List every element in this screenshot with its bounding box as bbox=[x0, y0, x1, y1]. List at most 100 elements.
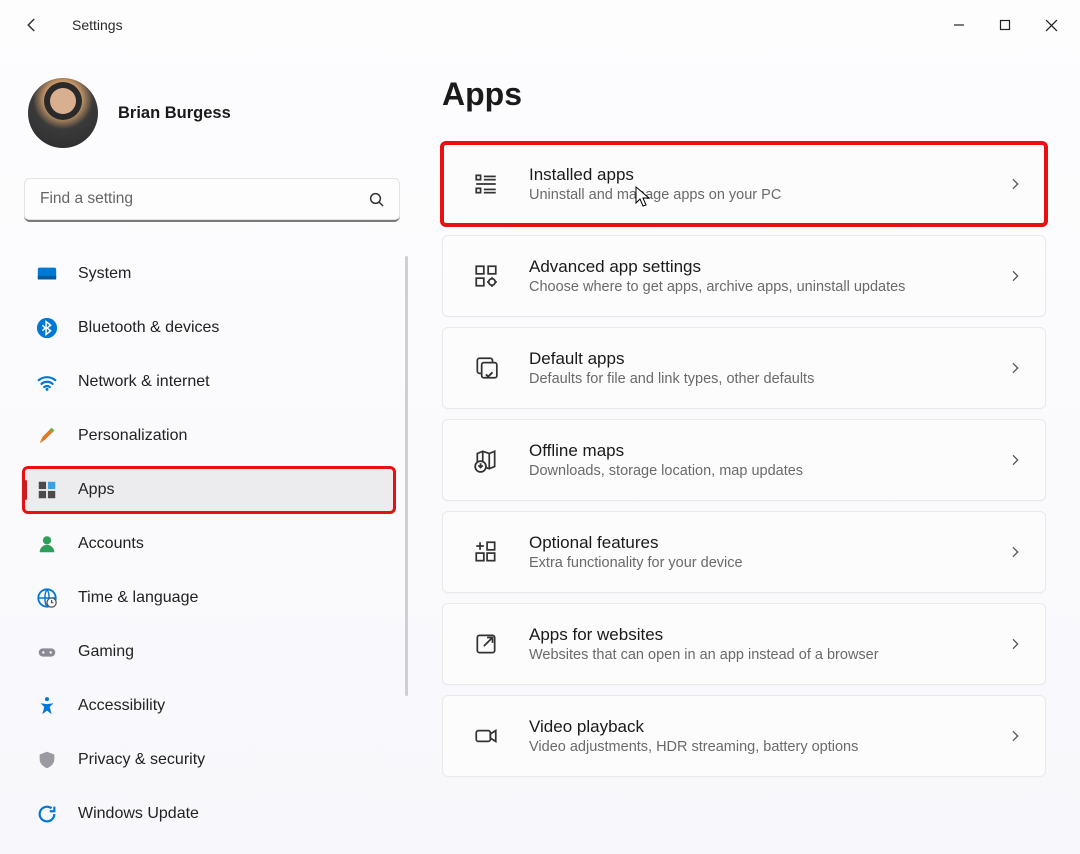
chevron-right-icon bbox=[1007, 544, 1023, 560]
open-external-icon bbox=[471, 629, 501, 659]
card-title: Default apps bbox=[529, 349, 979, 369]
update-icon bbox=[36, 803, 58, 825]
sidebar-nav: System Bluetooth & devices Network & int… bbox=[24, 252, 408, 836]
sidebar-item-accounts[interactable]: Accounts bbox=[24, 522, 394, 566]
sidebar-item-label: Accessibility bbox=[78, 697, 165, 715]
card-title: Advanced app settings bbox=[529, 257, 979, 277]
chevron-right-icon bbox=[1007, 268, 1023, 284]
shield-icon bbox=[36, 749, 58, 771]
list-icon bbox=[471, 169, 501, 199]
card-title: Video playback bbox=[529, 717, 979, 737]
card-video-playback[interactable]: Video playback Video adjustments, HDR st… bbox=[442, 695, 1046, 777]
grid-gear-icon bbox=[471, 261, 501, 291]
person-icon bbox=[36, 533, 58, 555]
card-offline-maps[interactable]: Offline maps Downloads, storage location… bbox=[442, 419, 1046, 501]
apps-icon bbox=[36, 479, 58, 501]
content: Apps Installed apps Uninstall and manage… bbox=[420, 50, 1080, 854]
sidebar-item-system[interactable]: System bbox=[24, 252, 394, 296]
default-apps-icon bbox=[471, 353, 501, 383]
card-subtitle: Defaults for file and link types, other … bbox=[529, 371, 979, 387]
sidebar-item-label: Accounts bbox=[78, 535, 144, 553]
sidebar-item-label: Personalization bbox=[78, 427, 187, 445]
sidebar-item-apps[interactable]: Apps bbox=[24, 468, 394, 512]
card-title: Offline maps bbox=[529, 441, 979, 461]
chevron-right-icon bbox=[1007, 728, 1023, 744]
video-icon bbox=[471, 721, 501, 751]
search-input[interactable] bbox=[24, 178, 400, 222]
card-subtitle: Choose where to get apps, archive apps, … bbox=[529, 279, 979, 295]
avatar bbox=[28, 78, 98, 148]
card-title: Optional features bbox=[529, 533, 979, 553]
minimize-button[interactable] bbox=[936, 9, 982, 41]
card-subtitle: Extra functionality for your device bbox=[529, 555, 979, 571]
sidebar-item-label: Gaming bbox=[78, 643, 134, 661]
sidebar-item-gaming[interactable]: Gaming bbox=[24, 630, 394, 674]
sidebar-item-label: Network & internet bbox=[78, 373, 210, 391]
card-text: Apps for websites Websites that can open… bbox=[529, 625, 979, 663]
cards-list: Installed apps Uninstall and manage apps… bbox=[442, 143, 1046, 777]
sidebar-item-time[interactable]: Time & language bbox=[24, 576, 394, 620]
sidebar-item-label: Time & language bbox=[78, 589, 198, 607]
profile[interactable]: Brian Burgess bbox=[24, 78, 408, 148]
system-icon bbox=[36, 263, 58, 285]
card-subtitle: Websites that can open in an app instead… bbox=[529, 647, 979, 663]
chevron-right-icon bbox=[1007, 176, 1023, 192]
arrow-left-icon bbox=[23, 16, 41, 34]
accessibility-icon bbox=[36, 695, 58, 717]
card-text: Optional features Extra functionality fo… bbox=[529, 533, 979, 571]
chevron-right-icon bbox=[1007, 360, 1023, 376]
chevron-right-icon bbox=[1007, 452, 1023, 468]
maximize-button[interactable] bbox=[982, 9, 1028, 41]
sidebar-item-label: Windows Update bbox=[78, 805, 199, 823]
bluetooth-icon bbox=[36, 317, 58, 339]
search-icon bbox=[368, 191, 386, 209]
sidebar-item-label: Privacy & security bbox=[78, 751, 205, 769]
map-icon bbox=[471, 445, 501, 475]
close-button[interactable] bbox=[1028, 9, 1074, 41]
page-title: Apps bbox=[442, 76, 1046, 113]
card-title: Apps for websites bbox=[529, 625, 979, 645]
card-installed-apps[interactable]: Installed apps Uninstall and manage apps… bbox=[442, 143, 1046, 225]
titlebar: Settings bbox=[0, 0, 1080, 50]
card-text: Advanced app settings Choose where to ge… bbox=[529, 257, 979, 295]
back-button[interactable] bbox=[20, 13, 44, 37]
card-text: Offline maps Downloads, storage location… bbox=[529, 441, 979, 479]
chevron-right-icon bbox=[1007, 636, 1023, 652]
card-advanced-app-settings[interactable]: Advanced app settings Choose where to ge… bbox=[442, 235, 1046, 317]
card-text: Video playback Video adjustments, HDR st… bbox=[529, 717, 979, 755]
card-apps-for-websites[interactable]: Apps for websites Websites that can open… bbox=[442, 603, 1046, 685]
card-optional-features[interactable]: Optional features Extra functionality fo… bbox=[442, 511, 1046, 593]
window-controls bbox=[936, 9, 1074, 41]
sidebar-item-personalization[interactable]: Personalization bbox=[24, 414, 394, 458]
sidebar-item-update[interactable]: Windows Update bbox=[24, 792, 394, 836]
close-icon bbox=[1045, 19, 1058, 32]
sidebar-item-accessibility[interactable]: Accessibility bbox=[24, 684, 394, 728]
card-subtitle: Video adjustments, HDR streaming, batter… bbox=[529, 739, 979, 755]
search-wrapper bbox=[24, 178, 400, 222]
sidebar: Brian Burgess System Bluetooth & devi bbox=[0, 50, 420, 854]
card-subtitle: Downloads, storage location, map updates bbox=[529, 463, 979, 479]
globe-icon bbox=[36, 587, 58, 609]
wifi-icon bbox=[36, 371, 58, 393]
brush-icon bbox=[36, 425, 58, 447]
titlebar-left: Settings bbox=[20, 13, 123, 37]
gamepad-icon bbox=[36, 641, 58, 663]
maximize-icon bbox=[999, 19, 1011, 31]
sidebar-scrollbar[interactable] bbox=[405, 256, 408, 696]
card-subtitle: Uninstall and manage apps on your PC bbox=[529, 187, 979, 203]
main-layout: Brian Burgess System Bluetooth & devi bbox=[0, 50, 1080, 854]
sidebar-item-privacy[interactable]: Privacy & security bbox=[24, 738, 394, 782]
card-default-apps[interactable]: Default apps Defaults for file and link … bbox=[442, 327, 1046, 409]
card-text: Installed apps Uninstall and manage apps… bbox=[529, 165, 979, 203]
sidebar-item-bluetooth[interactable]: Bluetooth & devices bbox=[24, 306, 394, 350]
sidebar-item-label: System bbox=[78, 265, 131, 283]
sidebar-item-label: Apps bbox=[78, 481, 114, 499]
window-title: Settings bbox=[72, 17, 123, 33]
sidebar-item-label: Bluetooth & devices bbox=[78, 319, 219, 337]
sidebar-item-network[interactable]: Network & internet bbox=[24, 360, 394, 404]
grid-plus-icon bbox=[471, 537, 501, 567]
profile-name: Brian Burgess bbox=[118, 104, 231, 123]
card-title: Installed apps bbox=[529, 165, 979, 185]
minimize-icon bbox=[953, 19, 965, 31]
card-text: Default apps Defaults for file and link … bbox=[529, 349, 979, 387]
